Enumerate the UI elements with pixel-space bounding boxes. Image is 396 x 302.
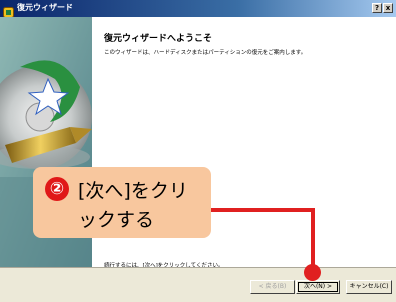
window-title: 復元ウィザード [17, 3, 73, 12]
restore-wizard-window: 復元ウィザード ? x 復元ウィザードへようこそ このウィザードは、ハードディス… [0, 0, 396, 302]
close-button[interactable]: x [383, 3, 393, 13]
callout-text-line2: ックする [78, 209, 155, 231]
annotation-connector-vertical [311, 208, 315, 272]
next-button[interactable]: 次へ(N) > [296, 280, 340, 294]
title-bar[interactable]: 復元ウィザード ? x [0, 0, 396, 18]
annotation-callout: ② [次へ]をクリ ックする [33, 167, 211, 238]
annotation-connector-horizontal [196, 208, 313, 212]
welcome-heading: 復元ウィザードへようこそ [104, 34, 213, 44]
cancel-button[interactable]: キャンセル(C) [346, 280, 392, 294]
back-button[interactable]: < 戻る(B) [250, 280, 295, 294]
annotation-pointer-dot [304, 264, 321, 281]
step-number-badge: ② [45, 177, 69, 201]
help-button[interactable]: ? [372, 3, 382, 13]
callout-text-line1: [次へ]をクリ [78, 180, 188, 202]
wizard-description: このウィザードは、ハードディスクまたはパーティションの復元をご案内します。 [104, 50, 307, 56]
button-bar: < 戻る(B) 次へ(N) > キャンセル(C) [0, 267, 396, 302]
app-icon [3, 3, 14, 18]
